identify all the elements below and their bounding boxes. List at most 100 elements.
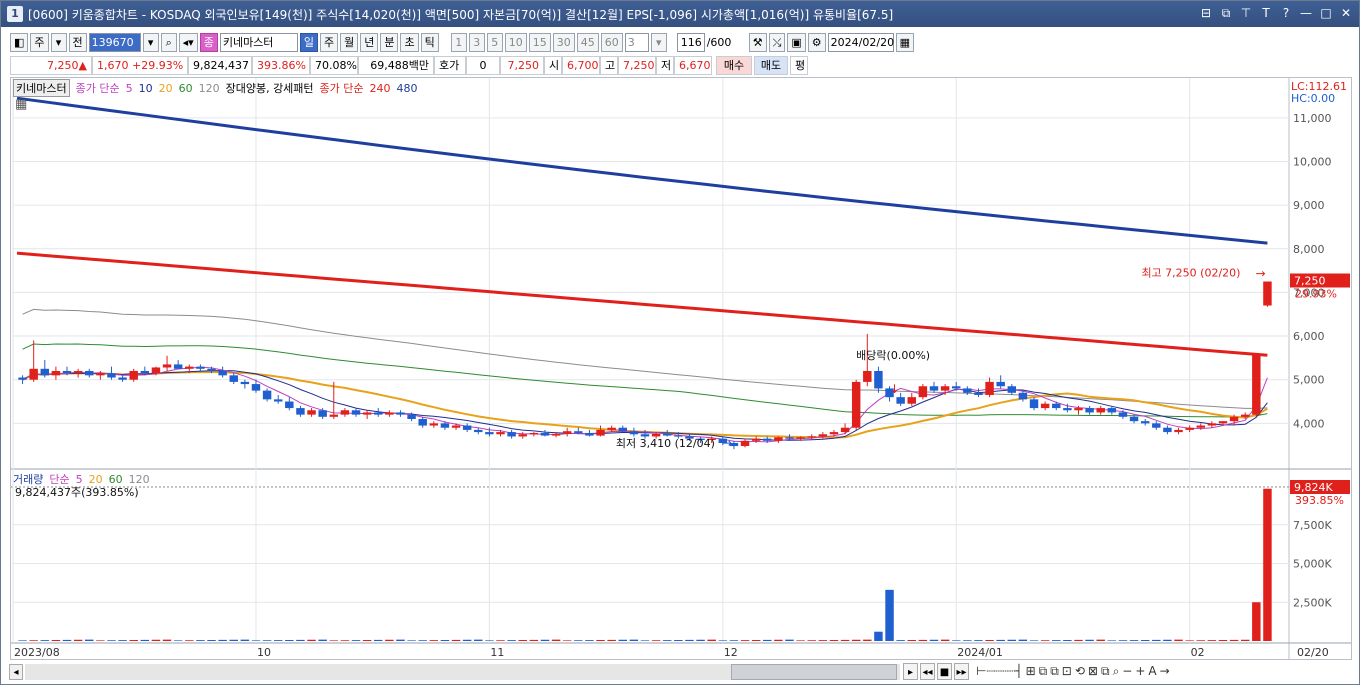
layout-icon-3[interactable]: ⧉ <box>1050 664 1059 679</box>
minute-dropdown-icon[interactable]: ▾ <box>650 32 667 52</box>
period-week[interactable]: 주 <box>319 32 339 52</box>
stock-badge-icon[interactable]: 종 <box>199 32 218 52</box>
candle-body <box>1185 427 1194 430</box>
sell-button[interactable]: 매도 <box>754 55 788 75</box>
candle-body <box>85 370 94 376</box>
legend-stock-name[interactable]: 키네마스터 <box>13 79 70 97</box>
layout-icon-2[interactable]: ⧉ <box>1039 664 1048 679</box>
zoom-in-icon[interactable]: + <box>1135 664 1145 679</box>
volume-bar <box>1140 640 1150 641</box>
candle-body <box>107 373 116 378</box>
arrow-icon[interactable]: → <box>1160 664 1170 679</box>
minute-30[interactable]: 30 <box>552 32 575 52</box>
rewind-icon[interactable]: ◂◂ <box>920 663 935 680</box>
date-input[interactable]: 2024/02/20 <box>827 32 894 52</box>
window-title: [0600] 키움종합차트 - KOSDAQ 외국인보유[149(천)] 주식수… <box>28 7 894 22</box>
pin-icon[interactable]: ⊤ <box>1239 6 1253 21</box>
minute-3[interactable]: 3 <box>468 32 485 52</box>
chart-area[interactable]: 4,000 5,000 6,000 7,000 8,000 9,000 10,000 11,0… <box>10 77 1352 660</box>
buy-button[interactable]: 매수 <box>716 55 752 75</box>
prev-button[interactable]: 전 <box>68 32 87 52</box>
refresh-icon[interactable]: ⟲ <box>1075 664 1085 679</box>
period-year[interactable]: 년 <box>360 32 379 52</box>
minute-10[interactable]: 10 <box>504 32 527 52</box>
period-month[interactable]: 월 <box>340 32 359 52</box>
zoom-icon[interactable]: ⌕ <box>1113 664 1120 679</box>
type-select[interactable]: 주 <box>30 32 49 52</box>
period-minute[interactable]: 분 <box>380 32 399 52</box>
candle-body <box>329 414 339 417</box>
eval-button[interactable]: 평 <box>790 55 808 75</box>
price-tick-label: 6,000 <box>1293 330 1325 343</box>
candle-body <box>840 427 850 433</box>
range-slider-icon[interactable]: ⊢┈┈┈┈┤ <box>976 664 1023 679</box>
scroll-left-button[interactable]: ◂ <box>9 664 23 680</box>
minimize-button[interactable]: — <box>1299 6 1313 21</box>
volume-bar <box>1240 639 1250 641</box>
layout-icon-4[interactable]: ⊡ <box>1062 664 1072 679</box>
hoga-label: 호가 <box>434 55 466 75</box>
chart-window: 1 [0600] 키움종합차트 - KOSDAQ 외국인보유[149(천)] 주… <box>0 0 1360 685</box>
minute-select[interactable]: 3 <box>624 32 649 52</box>
period-second[interactable]: 초 <box>400 32 419 52</box>
minute-5[interactable]: 5 <box>486 32 503 52</box>
high-price: 7,250 <box>618 55 656 75</box>
stop-icon[interactable]: ■ <box>937 663 952 680</box>
help-icon[interactable]: ? <box>1279 6 1293 21</box>
code-input[interactable]: 139670 <box>88 32 141 52</box>
volume-bar <box>851 639 861 641</box>
indicator-icon[interactable]: ⚒ <box>748 32 767 52</box>
candle-body <box>1063 408 1072 411</box>
save-icon[interactable]: ▣ <box>787 32 806 52</box>
volume-bar <box>229 639 238 641</box>
minute-1[interactable]: 1 <box>450 32 467 52</box>
volume-bar <box>118 640 127 641</box>
text-icon[interactable]: T <box>1259 6 1273 21</box>
candle-body <box>785 437 794 439</box>
scroll-thumb[interactable] <box>731 664 897 680</box>
bottom-bar: ◂ ▸ ◂◂ ■ ▸▸ ⊢┈┈┈┈┤ ⊞ ⧉ ⧉ ⊡ ⟲ ⊠ ⧉ ⌕ − + A… <box>1 661 1359 683</box>
volume-tick-label: 7,500K <box>1293 519 1332 532</box>
close-button[interactable]: ✕ <box>1339 6 1353 21</box>
zoom-out-icon[interactable]: − <box>1122 664 1132 679</box>
tile-icon[interactable]: ⧉ <box>1219 6 1233 21</box>
period-tick[interactable]: 틱 <box>420 32 439 52</box>
fast-forward-icon[interactable]: ▸▸ <box>954 663 969 680</box>
price-chart-svg[interactable]: 4,0005,0006,0007,0008,0009,00010,00011,0… <box>11 78 1351 659</box>
candle-body <box>1040 403 1050 409</box>
grid-icon[interactable]: ⊞ <box>1026 664 1036 679</box>
app-icon[interactable]: 1 <box>7 6 23 22</box>
volume-bar <box>240 639 250 641</box>
crosshair-icon[interactable]: ⤯ <box>768 32 786 52</box>
volume-bar <box>440 640 450 641</box>
volume-bar <box>829 640 839 641</box>
chevron-down-icon[interactable]: ▾ <box>50 32 67 52</box>
export-icon[interactable]: ⊠ <box>1088 664 1098 679</box>
count-input[interactable]: 116 <box>676 32 705 52</box>
volume-bar <box>918 639 928 641</box>
maximize-button[interactable]: □ <box>1319 6 1333 21</box>
minute-60[interactable]: 60 <box>600 32 623 52</box>
copy-icon[interactable]: ⧉ <box>1101 664 1110 679</box>
current-price: 7,250▲ <box>10 55 92 75</box>
gear-icon[interactable]: ⚙ <box>807 32 826 52</box>
period-day[interactable]: 일 <box>299 32 318 52</box>
open-price: 6,700 <box>562 55 600 75</box>
layout-icon[interactable]: ⊟ <box>1199 6 1213 21</box>
minute-45[interactable]: 45 <box>576 32 599 52</box>
font-size-icon[interactable]: A <box>1148 664 1156 679</box>
speaker-icon[interactable]: ◂▾ <box>178 32 198 52</box>
candle-body <box>251 384 261 391</box>
next-icon[interactable]: ▸ <box>903 663 918 680</box>
code-dropdown-icon[interactable]: ▾ <box>142 32 159 52</box>
volume-bar <box>507 640 516 641</box>
candle-body <box>607 427 616 430</box>
stock-name-field[interactable]: 키네마스터 <box>219 32 298 52</box>
calendar-icon[interactable]: ▦ <box>895 32 915 52</box>
search-icon[interactable]: ⌕ <box>160 32 177 52</box>
last-volume-pct: 393.85% <box>1295 494 1344 507</box>
layout-toggle-icon[interactable]: ◧ <box>10 32 29 52</box>
volume-bar <box>1129 640 1139 641</box>
minute-15[interactable]: 15 <box>528 32 551 52</box>
volume-bar <box>40 640 50 641</box>
